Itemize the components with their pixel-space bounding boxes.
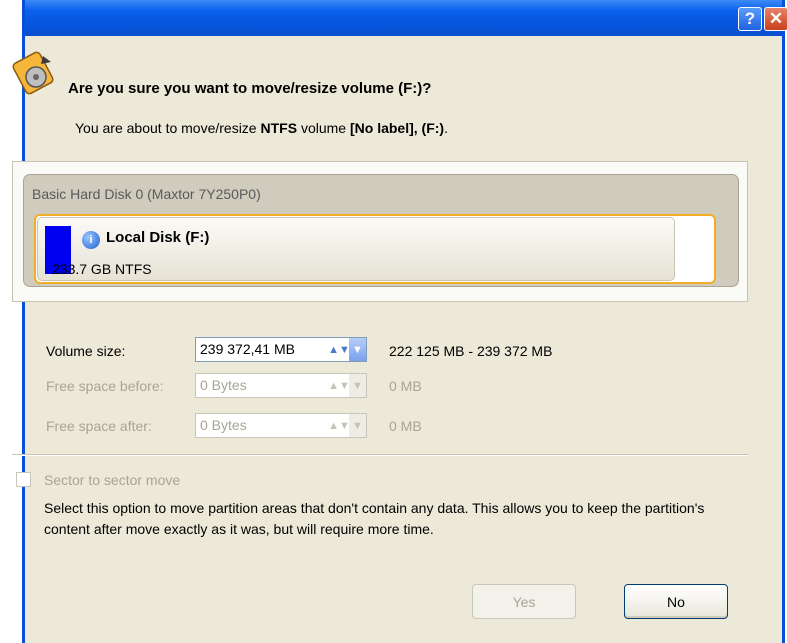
free-space-after-spin-icon[interactable]: ▲▼ — [328, 414, 350, 437]
divider — [12, 454, 748, 456]
volume-size-chevron-down-icon[interactable]: ▼ — [349, 338, 366, 361]
volume-size-range: 222 125 MB - 239 372 MB — [389, 343, 553, 359]
free-space-before-spin-icon[interactable]: ▲▼ — [328, 374, 350, 397]
dialog-question: Are you sure you want to move/resize vol… — [68, 80, 432, 97]
volume-size: 233.7 GB NTFS — [52, 261, 152, 277]
volume-size-label: Volume size: — [46, 343, 126, 359]
help-button[interactable]: ? — [738, 7, 762, 31]
sector-move-label: Sector to sector move — [44, 472, 181, 488]
free-space-before-label: Free space before: — [46, 378, 164, 394]
free-space-after-label: Free space after: — [46, 418, 152, 434]
free-space-after-chevron-down-icon[interactable]: ▼ — [349, 414, 366, 437]
free-space-before-chevron-down-icon[interactable]: ▼ — [349, 374, 366, 397]
yes-button[interactable]: Yes — [472, 584, 576, 619]
no-button[interactable]: No — [624, 584, 728, 619]
sector-move-description: Select this option to move partition are… — [44, 500, 705, 537]
volume-size-spin-icon[interactable]: ▲▼ — [328, 338, 350, 361]
info-icon: i — [82, 231, 100, 249]
dialog-subtext: You are about to move/resize NTFS volume… — [75, 120, 448, 136]
free-space-before-range: 0 MB — [389, 378, 422, 394]
disk-resize-icon — [12, 51, 54, 95]
volume-name: Local Disk (F:) — [106, 229, 210, 246]
close-button[interactable]: ✕ — [764, 7, 787, 31]
free-space-after-range: 0 MB — [389, 418, 422, 434]
sector-move-checkbox[interactable] — [16, 472, 31, 487]
disk-title: Basic Hard Disk 0 (Maxtor 7Y250P0) — [32, 186, 261, 202]
title-bar[interactable]: ? ✕ — [25, 0, 787, 36]
